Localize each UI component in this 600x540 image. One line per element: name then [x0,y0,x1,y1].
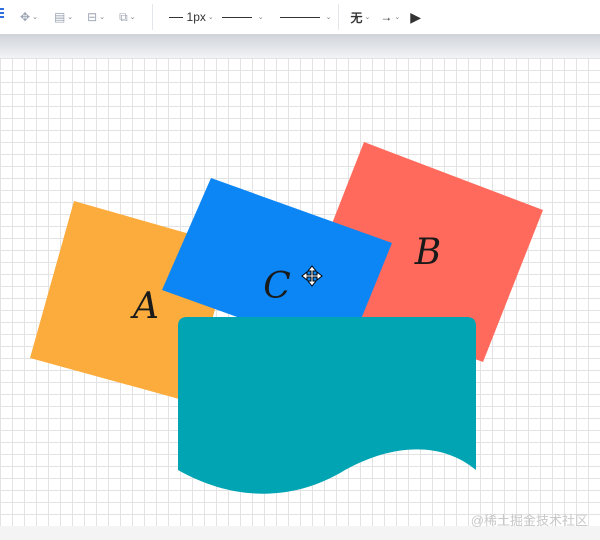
shape-c-label: C [263,266,291,307]
shape-b-label: B [414,232,441,273]
shape-document-body [178,317,476,494]
shape-a-label: A [130,286,159,327]
shapes-layer: A B C [30,142,543,494]
shape-document[interactable] [178,317,476,494]
watermark: @稀土掘金技术社区 [470,513,588,528]
